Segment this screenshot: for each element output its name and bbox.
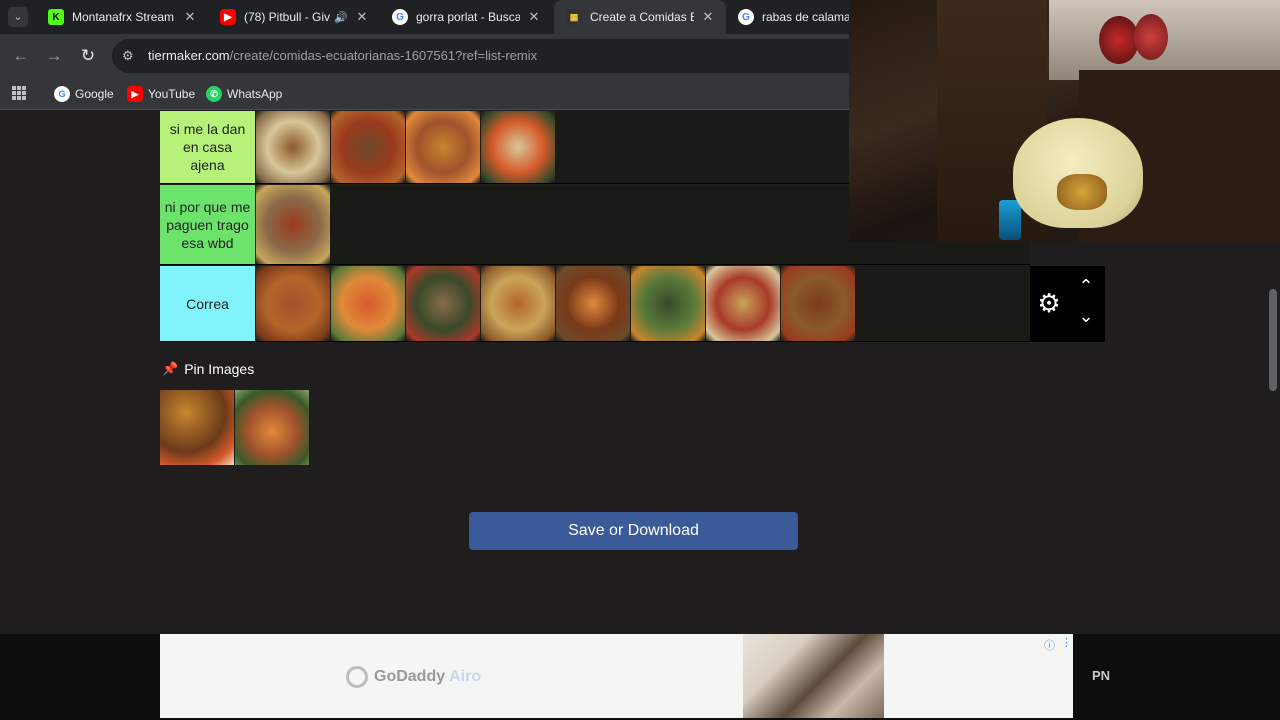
food-image[interactable] xyxy=(256,111,331,183)
food-image[interactable] xyxy=(331,266,406,341)
ad-photo xyxy=(743,634,884,718)
google-icon: G xyxy=(738,9,754,25)
tab-tiermaker[interactable]: ▦ Create a Comidas Ec ✕ xyxy=(554,0,726,34)
google-icon: G xyxy=(392,9,408,25)
tab-rabas[interactable]: G rabas de calamar xyxy=(726,0,849,34)
bookmark-label: YouTube xyxy=(148,87,196,101)
tier-items xyxy=(256,266,856,341)
godaddy-icon xyxy=(346,666,368,688)
bookmark-whatsapp[interactable]: ✆ WhatsApp xyxy=(206,84,282,104)
bookmark-label: Google xyxy=(75,87,114,101)
close-icon[interactable]: ✕ xyxy=(526,9,542,25)
tier-controls: ⚙ ⌃ ⌄ xyxy=(1030,266,1105,342)
tier-label[interactable]: ni por que me paguen trago esa wbd xyxy=(160,185,255,264)
pinned-images xyxy=(160,390,310,465)
kick-icon: K xyxy=(48,9,64,25)
food-image[interactable] xyxy=(331,111,406,183)
ad-product: Airo xyxy=(449,668,482,685)
pinned-food-image[interactable] xyxy=(160,390,235,465)
food-image[interactable] xyxy=(406,111,481,183)
scrollbar-thumb[interactable] xyxy=(1269,289,1277,391)
save-download-button[interactable]: Save or Download xyxy=(469,512,798,550)
tier-items xyxy=(256,185,331,264)
food-image[interactable] xyxy=(781,266,856,341)
tier-items xyxy=(256,111,556,183)
tab-gorra[interactable]: G gorra porlat - Buscar ✕ xyxy=(380,0,552,34)
food-image[interactable] xyxy=(706,266,781,341)
back-button[interactable]: ← xyxy=(10,45,32,67)
bookmark-google[interactable]: G Google xyxy=(54,84,114,104)
food-image[interactable] xyxy=(481,266,556,341)
ad-banner[interactable]: GoDaddy Airo ⓘ ⋮ xyxy=(160,634,1073,718)
pushpin-icon: 📌 xyxy=(162,361,179,376)
food-image[interactable] xyxy=(556,266,631,341)
food-image[interactable] xyxy=(256,266,331,341)
speaker-icon[interactable]: 🔊 xyxy=(334,11,348,24)
ad-info-icon[interactable]: ⓘ xyxy=(1044,637,1055,653)
forward-button[interactable]: → xyxy=(43,45,65,67)
chevron-up-icon[interactable]: ⌃ xyxy=(1076,276,1096,297)
food-image[interactable] xyxy=(406,266,481,341)
pin-images-label: Pin Images xyxy=(184,361,255,377)
tab-title: Montanafrx Stream - xyxy=(72,10,176,24)
chevron-down-icon[interactable]: ⌄ xyxy=(1076,306,1096,327)
webcam-figurine xyxy=(1099,16,1139,64)
tab-montanafrx[interactable]: K Montanafrx Stream - ✕ xyxy=(36,0,208,34)
webcam-person-cap xyxy=(1013,118,1143,228)
whatsapp-icon: ✆ xyxy=(206,86,222,102)
youtube-icon: ▶ xyxy=(220,9,236,25)
godaddy-logo: GoDaddy Airo xyxy=(346,666,481,688)
tab-search-button[interactable]: ⌄ xyxy=(8,7,28,27)
food-image[interactable] xyxy=(481,111,556,183)
bookmark-youtube[interactable]: ▶ YouTube xyxy=(127,84,195,104)
url-path: /create/comidas-ecuatorianas-1607561?ref… xyxy=(229,48,538,63)
pinned-food-image[interactable] xyxy=(235,390,310,465)
url-domain: tiermaker.com xyxy=(148,48,230,63)
side-text: PN xyxy=(1092,668,1111,683)
tier-label[interactable]: Correa xyxy=(160,266,255,341)
webcam-figurine xyxy=(1134,14,1168,60)
bookmark-label: WhatsApp xyxy=(227,87,283,101)
food-image[interactable] xyxy=(256,185,331,264)
tab-title: gorra porlat - Buscar xyxy=(416,10,520,24)
tab-title: Create a Comidas Ec xyxy=(590,10,694,24)
pin-images-heading: 📌 Pin Images xyxy=(162,361,254,377)
close-icon[interactable]: ✕ xyxy=(182,9,198,25)
reload-button[interactable]: ↻ xyxy=(77,45,99,67)
webcam-overlay xyxy=(849,0,1280,242)
tab-title: (78) Pitbull - Give xyxy=(244,10,331,24)
tier-row: Correa xyxy=(160,266,1030,342)
apps-grid-icon[interactable] xyxy=(12,86,26,100)
ad-brand: GoDaddy xyxy=(374,668,446,685)
ad-menu-icon[interactable]: ⋮ xyxy=(1061,636,1072,649)
tab-pitbull[interactable]: ▶ (78) Pitbull - Give 🔊 ✕ xyxy=(208,0,380,34)
site-info-icon[interactable]: ⚙ xyxy=(122,48,134,64)
cap-logo xyxy=(1057,174,1107,210)
google-icon: G xyxy=(54,86,70,102)
tier-label[interactable]: si me la dan en casa ajena xyxy=(160,111,255,183)
youtube-icon: ▶ xyxy=(127,86,143,102)
ad-banner-area: GoDaddy Airo ⓘ ⋮ PN xyxy=(0,634,1280,720)
close-icon[interactable]: ✕ xyxy=(354,9,370,25)
webcam-lamp xyxy=(999,200,1021,240)
url-text[interactable]: tiermaker.com/create/comidas-ecuatoriana… xyxy=(148,48,537,63)
tiermaker-icon: ▦ xyxy=(566,9,582,25)
food-image[interactable] xyxy=(631,266,706,341)
gear-icon[interactable]: ⚙ xyxy=(1036,290,1062,316)
tab-title: rabas de calamar xyxy=(762,10,849,24)
close-icon[interactable]: ✕ xyxy=(700,9,716,25)
